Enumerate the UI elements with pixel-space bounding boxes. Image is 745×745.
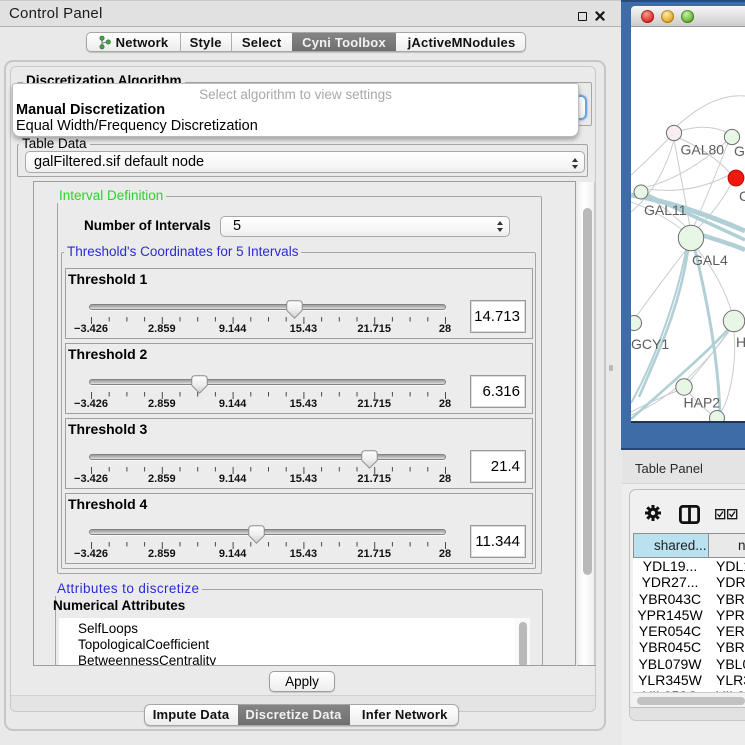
svg-text:GAL11: GAL11 bbox=[644, 202, 687, 218]
svg-text:H: H bbox=[736, 334, 745, 350]
svg-text:HAP2: HAP2 bbox=[684, 395, 721, 411]
svg-text:GAL4: GAL4 bbox=[692, 252, 728, 268]
svg-text:G: G bbox=[734, 143, 745, 159]
svg-text:GCY1: GCY1 bbox=[631, 336, 669, 352]
svg-text:C: C bbox=[739, 188, 745, 204]
svg-text:GAL80: GAL80 bbox=[681, 142, 725, 158]
